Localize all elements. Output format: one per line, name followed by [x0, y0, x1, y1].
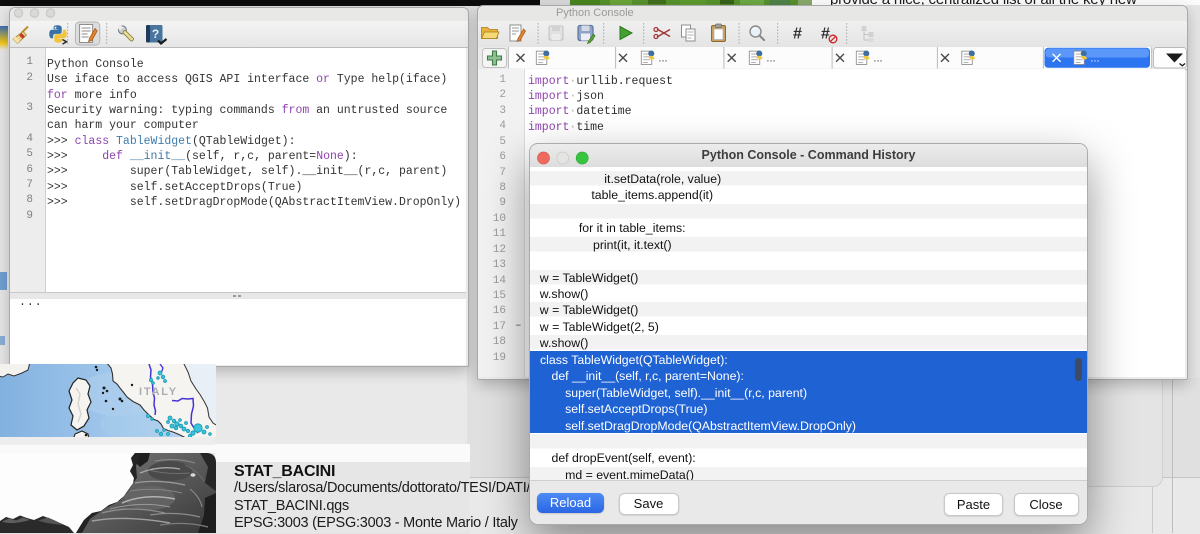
svg-text:...: ...	[658, 53, 667, 65]
svg-text:?: ?	[152, 27, 159, 41]
svg-text:ITALY: ITALY	[139, 386, 178, 398]
svg-text:...: ...	[873, 53, 882, 65]
svg-text:#: #	[793, 25, 802, 42]
svg-text:...: ...	[766, 53, 775, 65]
svg-text:...: ...	[1090, 53, 1099, 65]
